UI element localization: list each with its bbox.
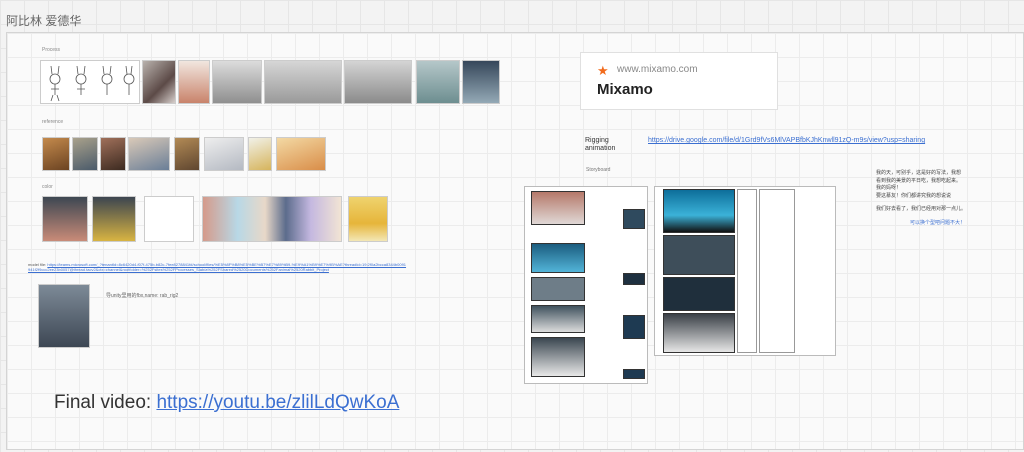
final-video-label: Final video:: [54, 392, 157, 413]
board-title: 阿比林 爱德华: [6, 14, 82, 28]
storyboard-sheet-1[interactable]: [524, 186, 648, 384]
reference-image[interactable]: [276, 137, 326, 171]
model-front-image[interactable]: [212, 60, 262, 104]
note-line: 要这慕友！你们都讲究我的想说说: [876, 192, 952, 199]
model-views-2-image[interactable]: [344, 60, 412, 104]
note-line: 我的妈呀！: [876, 185, 902, 191]
note-line: 我的天，可别乎，这是好的写法，我想: [876, 170, 962, 176]
rigging-link[interactable]: https://drive.google.com/file/d/1Grd9fVs…: [648, 137, 925, 144]
reference-image[interactable]: [174, 137, 200, 171]
color-model-image[interactable]: [42, 196, 88, 242]
process-label: Process: [42, 47, 61, 53]
color-chart-image[interactable]: [144, 196, 194, 242]
color-palette-image[interactable]: [202, 196, 342, 242]
rigging-label: Rigging animation: [585, 137, 616, 152]
mixamo-logo-icon: ★: [597, 63, 609, 78]
reference-image[interactable]: [128, 137, 170, 171]
model-views-image[interactable]: [264, 60, 342, 104]
mixamo-link-card[interactable]: ★ www.mixamo.com Mixamo: [580, 52, 778, 110]
model-render-image[interactable]: [462, 60, 500, 104]
storyboard-sheet-2[interactable]: [654, 186, 836, 356]
character-illustration-image[interactable]: [142, 60, 176, 104]
note-line: 我们好去看了，我们已经用对那一点儿。: [876, 206, 967, 212]
reference-image[interactable]: [42, 137, 70, 171]
mixamo-url: www.mixamo.com: [617, 64, 698, 75]
reference-image[interactable]: [204, 137, 244, 171]
rabbit-drawing-image[interactable]: [178, 60, 210, 104]
note-line: 看到我的美景的平日吃，我想吃起来。: [876, 177, 962, 184]
reference-image[interactable]: [248, 137, 272, 171]
final-video: Final video: https://youtu.be/zlilLdQwKo…: [54, 392, 399, 414]
color-swatch-image[interactable]: [348, 196, 388, 242]
model-file-link[interactable]: https://teams.microsoft.com/_?tenantId=8…: [28, 262, 406, 272]
reference-label: reference: [42, 119, 64, 125]
model-colored-image[interactable]: [416, 60, 460, 104]
final-video-link[interactable]: https://youtu.be/zlilLdQwKoA: [156, 392, 399, 413]
reference-image[interactable]: [72, 137, 98, 171]
turnaround-sketch-image[interactable]: [40, 60, 140, 104]
notes-block: 我的天，可别乎，这是好的写法，我想 看到我的美景的平日吃，我想吃起来。 我的妈呀…: [876, 170, 1006, 227]
model-file-text: model file: https://teams.microsoft.com/…: [28, 262, 408, 272]
note-blue: 可以换个型吧问题不大！: [910, 219, 966, 226]
reference-image[interactable]: [100, 137, 126, 171]
unity-note: 导unity里用的fbx,name: rab_rig2: [106, 293, 179, 299]
storyboard-label: Storyboard: [586, 167, 611, 173]
color-model-image[interactable]: [92, 196, 136, 242]
mixamo-name: Mixamo: [597, 81, 653, 98]
unity-model-image[interactable]: [38, 284, 90, 348]
color-label: color: [42, 184, 53, 190]
